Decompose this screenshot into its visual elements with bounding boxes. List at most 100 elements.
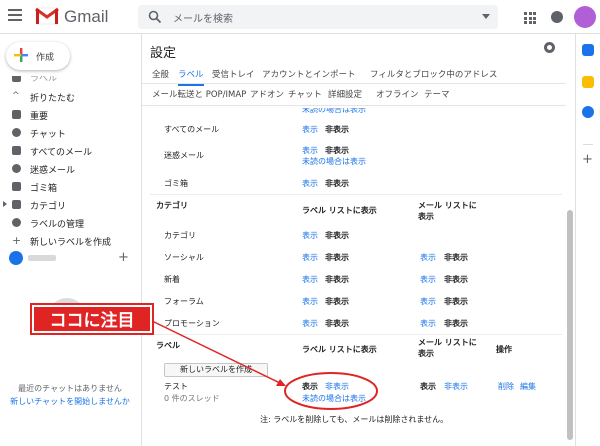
compose-plus-icon xyxy=(14,48,28,62)
show-link[interactable]: 表示 xyxy=(302,296,318,307)
settings-tabs-row2: メール転送と POP/IMAP アドオン チャット 詳細設定 オフライン テーマ xyxy=(142,86,568,106)
show-link[interactable]: 表示 xyxy=(420,296,436,307)
user-avatar-icon xyxy=(9,251,23,265)
account-avatar[interactable] xyxy=(574,6,596,28)
label-icon xyxy=(12,200,21,209)
show-link[interactable]: 表示 xyxy=(302,230,318,241)
sidebar-item-collapse[interactable]: ^ 折りたたむ xyxy=(0,88,140,106)
hide-selected: 非表示 xyxy=(444,275,468,284)
sidebar-item-label: すべてのメール xyxy=(30,148,93,158)
label-name: 迷惑メール xyxy=(164,151,204,160)
sidebar-item-create-label[interactable]: + 新しいラベルを作成 xyxy=(0,232,140,250)
tab-advanced[interactable]: 詳細設定 xyxy=(328,88,362,100)
hangouts-user[interactable]: + xyxy=(0,249,140,269)
tab-chat[interactable]: チャット xyxy=(288,88,322,100)
show-selected: 表示 xyxy=(420,382,436,391)
show-link[interactable]: 表示 xyxy=(302,274,318,285)
show-if-unread-link[interactable]: 未読の場合は表示 xyxy=(302,108,366,115)
category-name: プロモーション xyxy=(164,319,220,328)
divider xyxy=(583,144,593,145)
hide-link[interactable]: 非表示 xyxy=(444,381,468,392)
annotation-label: ココに注目 xyxy=(32,305,152,333)
sidebar-item-label: 重要 xyxy=(30,112,49,122)
tab-accounts[interactable]: アカウントとインポート xyxy=(262,68,356,80)
chat-empty-text: 最近のチャットはありません xyxy=(18,384,122,393)
spam-icon xyxy=(12,164,21,173)
hide-selected: 非表示 xyxy=(325,231,349,240)
compose-label: 作成 xyxy=(36,53,55,63)
edit-label-link[interactable]: 編集 xyxy=(520,381,536,392)
actions-header: 操作 xyxy=(496,345,512,354)
sidebar-item-all-mail[interactable]: すべてのメール xyxy=(0,142,140,160)
sidebar-item-important[interactable]: 重要 xyxy=(0,106,140,124)
user-label-name: テスト xyxy=(164,382,188,391)
create-label-button[interactable]: 新しいラベルを作成 xyxy=(164,363,268,377)
tab-forwarding[interactable]: メール転送と POP/IMAP xyxy=(152,88,246,100)
sidebar-nav: ラベル ^ 折りたたむ 重要 チャット すべてのメール 迷惑メール ゴミ箱 カテ… xyxy=(0,76,140,250)
page-title: 設定 xyxy=(150,46,177,61)
apps-grid-icon[interactable] xyxy=(524,12,536,24)
hide-selected: 非表示 xyxy=(325,319,349,328)
show-link[interactable]: 表示 xyxy=(302,318,318,329)
search-input[interactable]: メールを検索 xyxy=(173,10,233,25)
divider xyxy=(150,194,562,195)
get-addons-plus-icon[interactable]: + xyxy=(582,152,593,167)
search-options-icon[interactable] xyxy=(482,14,490,19)
start-chat-link[interactable]: 新しいチャットを開始しませんか xyxy=(0,396,140,407)
sidebar-item-partial[interactable]: ラベル xyxy=(0,76,140,88)
main-menu-icon[interactable] xyxy=(8,9,22,21)
gmail-logo-icon[interactable] xyxy=(35,6,59,26)
sidebar-item-label: カテゴリ xyxy=(30,202,67,212)
show-link[interactable]: 表示 xyxy=(302,178,318,189)
hide-selected: 非表示 xyxy=(325,125,349,134)
show-link[interactable]: 表示 xyxy=(302,124,318,135)
show-link[interactable]: 表示 xyxy=(420,252,436,263)
show-link[interactable]: 表示 xyxy=(420,274,436,285)
hide-selected: 非表示 xyxy=(444,297,468,306)
tab-general[interactable]: 全般 xyxy=(152,68,169,80)
message-list-header: メール リストに表示 xyxy=(418,338,477,358)
hide-link[interactable]: 非表示 xyxy=(325,381,349,392)
show-selected: 表示 xyxy=(302,382,318,391)
user-label-threads: 0 件のスレッド xyxy=(164,394,220,403)
show-link[interactable]: 表示 xyxy=(302,145,318,156)
settings-gear-icon[interactable] xyxy=(544,42,555,53)
sidebar-item-label: ラベルの管理 xyxy=(30,220,85,230)
sidebar-item-label: チャット xyxy=(30,130,66,140)
sidebar-item-trash[interactable]: ゴミ箱 xyxy=(0,178,140,196)
show-if-unread-link[interactable]: 未読の場合は表示 xyxy=(302,156,366,167)
search-icon[interactable] xyxy=(148,10,162,24)
calendar-icon[interactable] xyxy=(582,44,594,56)
show-link[interactable]: 表示 xyxy=(420,318,436,329)
tab-filters[interactable]: フィルタとブロック中のアドレス xyxy=(370,68,497,80)
hide-selected: 非表示 xyxy=(325,275,349,284)
tab-addons[interactable]: アドオン xyxy=(250,88,284,100)
notifications-icon[interactable] xyxy=(551,11,563,23)
sidebar-item-manage-labels[interactable]: ラベルの管理 xyxy=(0,214,140,232)
tasks-icon[interactable] xyxy=(582,106,594,118)
sidebar-item-label: 折りたたむ xyxy=(30,94,76,104)
show-link[interactable]: 表示 xyxy=(302,252,318,263)
sidebar-item-label: 新しいラベルを作成 xyxy=(30,238,112,248)
remove-label-link[interactable]: 削除 xyxy=(498,381,514,392)
search-bar[interactable]: メールを検索 xyxy=(138,5,498,29)
sidebar-item-categories[interactable]: カテゴリ xyxy=(0,196,140,214)
expand-arrow-icon[interactable] xyxy=(3,201,7,207)
category-name: 新着 xyxy=(164,275,180,284)
chat-icon xyxy=(12,128,21,137)
tab-offline[interactable]: オフライン xyxy=(376,88,419,100)
hide-selected: 非表示 xyxy=(325,297,349,306)
tab-inbox[interactable]: 受信トレイ xyxy=(212,68,255,80)
sidebar-item-spam[interactable]: 迷惑メール xyxy=(0,160,140,178)
new-chat-plus-icon[interactable]: + xyxy=(118,250,129,265)
tab-themes[interactable]: テーマ xyxy=(424,88,450,100)
keep-icon[interactable] xyxy=(582,76,594,88)
show-if-unread-link[interactable]: 未読の場合は表示 xyxy=(302,393,366,404)
tab-labels[interactable]: ラベル xyxy=(178,68,204,86)
app-name: Gmail xyxy=(64,7,109,26)
compose-button[interactable]: 作成 xyxy=(6,42,70,70)
scrollbar-thumb[interactable] xyxy=(567,210,573,440)
sidebar-item-chat[interactable]: チャット xyxy=(0,124,140,142)
mail-icon xyxy=(12,146,21,155)
chevron-up-icon: ^ xyxy=(12,91,20,101)
